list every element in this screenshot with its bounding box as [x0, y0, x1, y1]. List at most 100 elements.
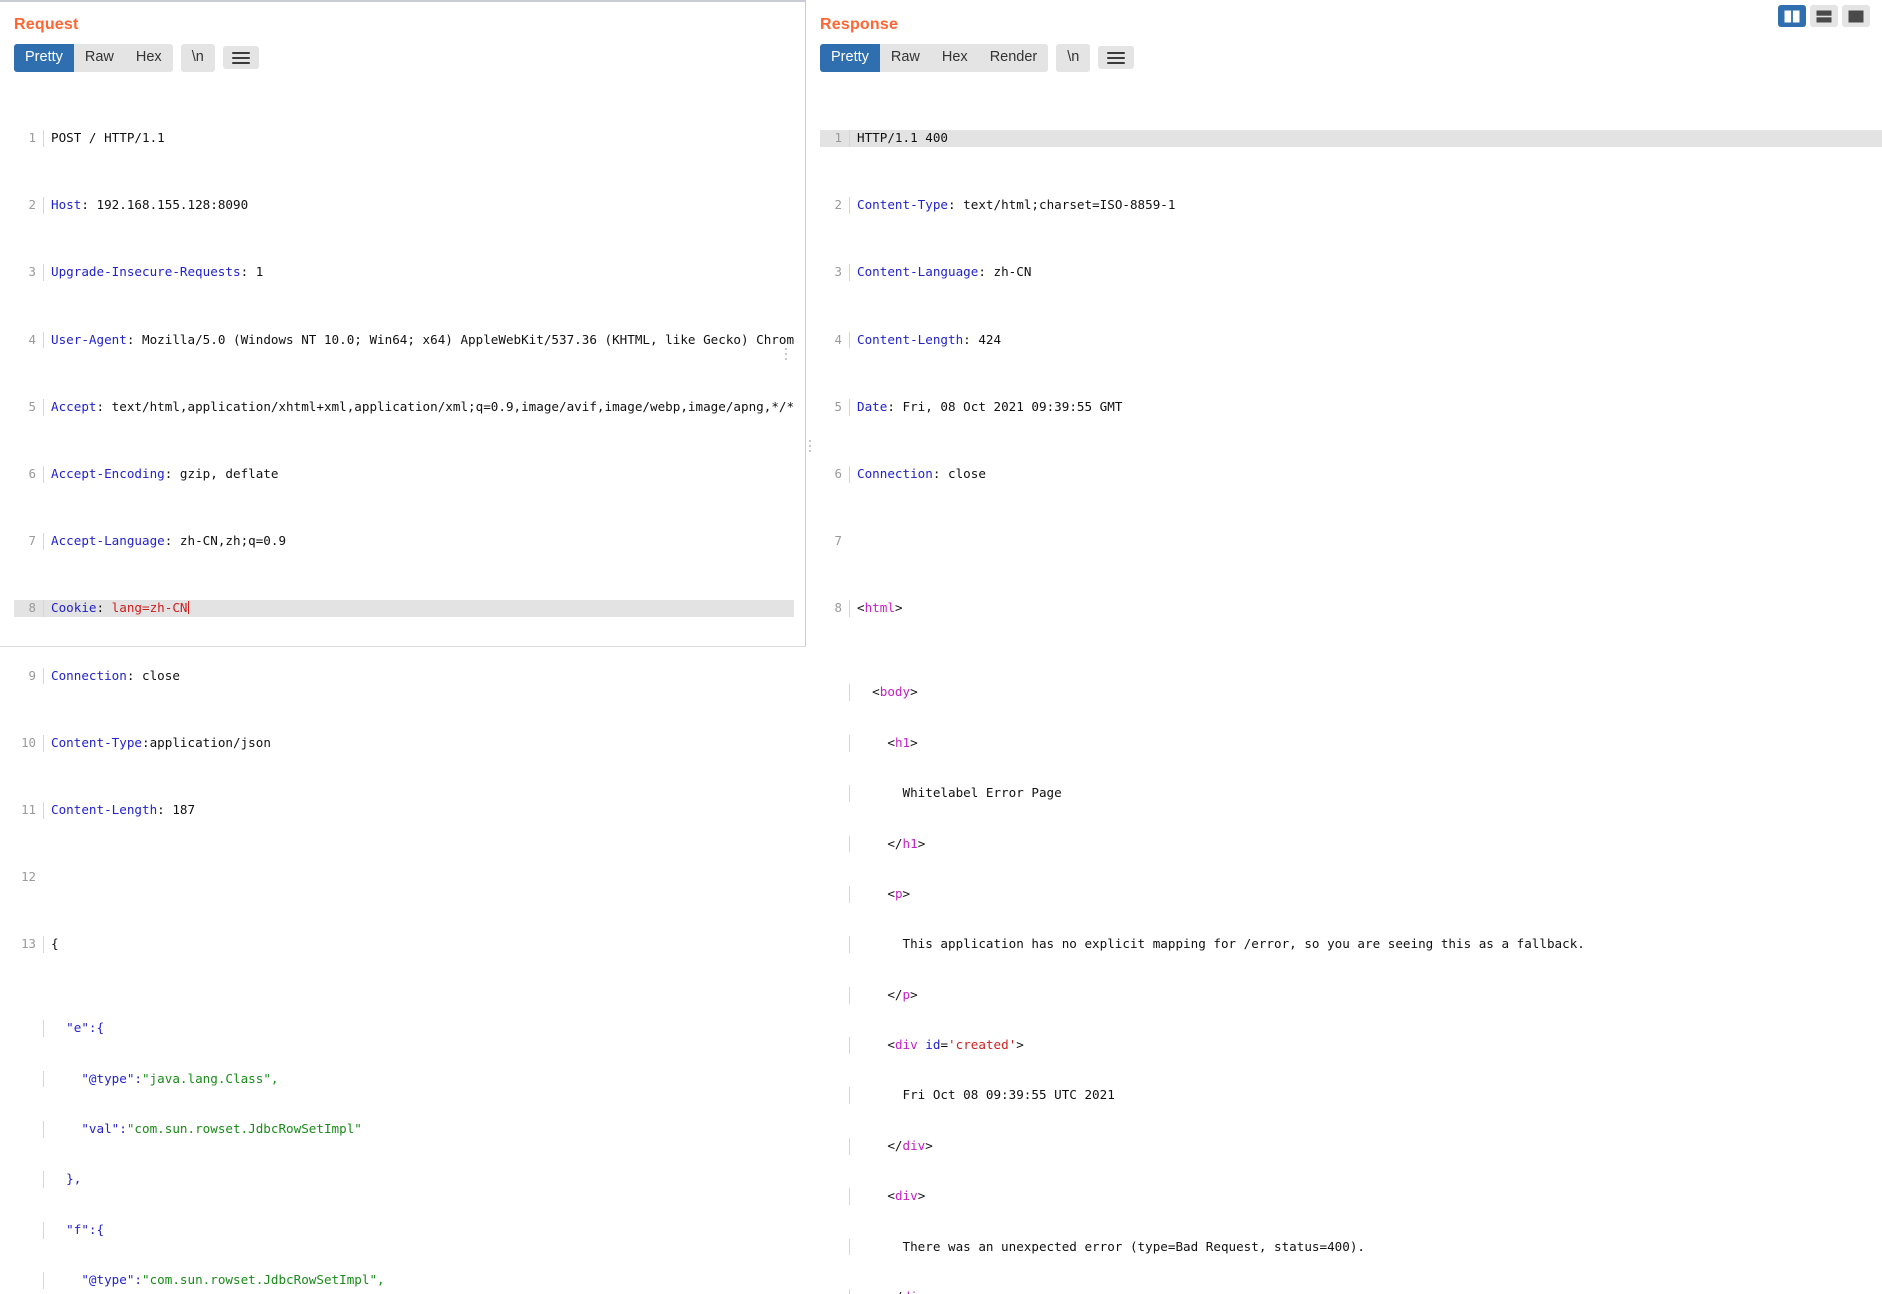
- line-content: <p>: [849, 885, 1882, 903]
- code-line: "e":{: [14, 1020, 794, 1038]
- code-line: "f":{: [14, 1221, 794, 1239]
- line-number: 3: [28, 264, 36, 280]
- line-content: Content-Length: 187: [43, 801, 794, 819]
- tab-response-hex[interactable]: Hex: [930, 44, 979, 72]
- code-line: <h1>: [820, 734, 1882, 752]
- line-content: },: [43, 1171, 794, 1189]
- code-line: 5 Date: Fri, 08 Oct 2021 09:39:55 GMT: [820, 398, 1882, 416]
- line-number: 8: [28, 600, 36, 616]
- code-line: There was an unexpected error (type=Bad …: [820, 1238, 1882, 1256]
- line-content: <div id='created'>: [849, 1037, 1882, 1054]
- line-content: <div>: [849, 1188, 1882, 1206]
- line-content: {: [43, 936, 794, 954]
- request-pane-resize-handle[interactable]: [785, 348, 787, 360]
- request-tab-group: Pretty Raw Hex: [14, 44, 173, 72]
- line-content: POST / HTTP/1.1: [43, 130, 794, 147]
- line-content: "val":"com.sun.rowset.JdbcRowSetImpl": [43, 1121, 794, 1138]
- tab-request-raw[interactable]: Raw: [73, 44, 125, 72]
- request-panel-title: Request: [14, 16, 79, 33]
- line-content: </div>: [849, 1137, 1882, 1155]
- line-content: Content-Language: zh-CN: [849, 264, 1882, 282]
- code-line: 13 {: [14, 936, 794, 954]
- line-number: 4: [28, 331, 36, 347]
- line-content: <body>: [849, 684, 1882, 702]
- line-number: 5: [28, 398, 36, 414]
- line-number: 7: [834, 533, 842, 549]
- status-line: HTTP/1.1 400: [857, 130, 948, 146]
- code-line: 4 User-Agent: Mozilla/5.0 (Windows NT 10…: [14, 331, 794, 349]
- line-content: Connection: close: [43, 667, 794, 685]
- line-content: </h1>: [849, 835, 1882, 853]
- line-number: 13: [21, 936, 36, 952]
- response-code-viewer[interactable]: 1 HTTP/1.1 400 2 Content-Type: text/html…: [820, 80, 1882, 1294]
- code-line-status: 1 HTTP/1.1 400: [820, 130, 1882, 147]
- view-mode-toggle-group: [1778, 5, 1870, 27]
- code-line: 3 Content-Language: zh-CN: [820, 264, 1882, 282]
- line-number: 2: [834, 197, 842, 213]
- line-number: 5: [834, 398, 842, 414]
- line-number: 10: [21, 734, 36, 750]
- request-menu-icon[interactable]: [222, 46, 259, 70]
- request-newline-toggle[interactable]: \n: [180, 44, 215, 72]
- line-content: </p>: [849, 986, 1882, 1004]
- line-content: Accept-Language: zh-CN,zh;q=0.9: [43, 533, 794, 550]
- line-content: Fri Oct 08 09:39:55 UTC 2021: [849, 1087, 1882, 1105]
- cookie-value: lang=zh-CN: [111, 600, 188, 616]
- line-number: 2: [28, 197, 36, 213]
- tab-request-pretty[interactable]: Pretty: [14, 44, 74, 72]
- view-mode-split-vertical-button[interactable]: [1778, 5, 1806, 27]
- line-content: "e":{: [43, 1020, 794, 1038]
- line-content: Content-Type: text/html;charset=ISO-8859…: [849, 197, 1882, 215]
- response-pane-resize-handle[interactable]: [809, 440, 811, 452]
- code-line: 1 POST / HTTP/1.1: [14, 130, 794, 147]
- line-content: Content-Length: 424: [849, 331, 1882, 349]
- line-content: This application has no explicit mapping…: [849, 936, 1882, 954]
- code-line: </div>: [820, 1289, 1882, 1294]
- line-content: <html>: [849, 600, 1882, 618]
- code-line: </h1>: [820, 835, 1882, 853]
- line-content: <h1>: [849, 734, 1882, 752]
- line-number: 1: [834, 130, 842, 146]
- code-line: },: [14, 1171, 794, 1189]
- line-content: HTTP/1.1 400: [849, 130, 1882, 147]
- line-content: Date: Fri, 08 Oct 2021 09:39:55 GMT: [849, 398, 1882, 416]
- request-code-viewer[interactable]: 1 POST / HTTP/1.1 2 Host: 192.168.155.12…: [14, 80, 794, 1294]
- error-page-unexpected-error: There was an unexpected error (type=Bad …: [857, 1238, 1365, 1254]
- line-number: 11: [21, 801, 36, 817]
- tab-response-raw[interactable]: Raw: [879, 44, 931, 72]
- code-line: This application has no explicit mapping…: [820, 936, 1882, 954]
- tab-response-render[interactable]: Render: [978, 44, 1049, 72]
- code-line: <body>: [820, 684, 1882, 702]
- line-content: Accept-Encoding: gzip, deflate: [43, 466, 794, 483]
- response-menu-icon[interactable]: [1098, 46, 1135, 70]
- code-line: <div>: [820, 1188, 1882, 1206]
- tab-request-hex[interactable]: Hex: [124, 44, 173, 72]
- line-number: 9: [28, 667, 36, 683]
- line-content: Upgrade-Insecure-Requests: 1: [43, 264, 794, 282]
- line-content: Content-Type:application/json: [43, 734, 794, 752]
- code-line: 2 Content-Type: text/html;charset=ISO-88…: [820, 197, 1882, 215]
- code-line: 7 Accept-Language: zh-CN,zh;q=0.9: [14, 533, 794, 550]
- code-line: 6 Accept-Encoding: gzip, deflate: [14, 466, 794, 483]
- response-newline-toggle[interactable]: \n: [1056, 44, 1091, 72]
- error-page-description: This application has no explicit mapping…: [857, 936, 1585, 952]
- line-number: 8: [834, 600, 842, 616]
- code-line: "@type":"com.sun.rowset.JdbcRowSetImpl",: [14, 1272, 794, 1290]
- code-line: 5 Accept: text/html,application/xhtml+xm…: [14, 398, 794, 416]
- line-content: Host: 192.168.155.128:8090: [43, 197, 794, 215]
- line-number: 7: [28, 533, 36, 549]
- json-key-f: "f":{: [51, 1221, 105, 1237]
- code-line: 9 Connection: close: [14, 667, 794, 685]
- code-line: Fri Oct 08 09:39:55 UTC 2021: [820, 1087, 1882, 1105]
- line-content: Cookie: lang=zh-CN: [43, 600, 794, 618]
- view-mode-split-horizontal-button[interactable]: [1810, 5, 1838, 27]
- code-line: </div>: [820, 1137, 1882, 1155]
- view-mode-single-pane-button[interactable]: [1842, 5, 1870, 27]
- tab-response-pretty[interactable]: Pretty: [820, 44, 880, 72]
- error-page-timestamp: Fri Oct 08 09:39:55 UTC 2021: [857, 1087, 1115, 1103]
- code-line-cookie-highlighted[interactable]: 8 Cookie: lang=zh-CN: [14, 600, 794, 618]
- line-content: There was an unexpected error (type=Bad …: [849, 1238, 1882, 1256]
- error-page-heading: Whitelabel Error Page: [857, 785, 1062, 801]
- line-content: Connection: close: [849, 466, 1882, 483]
- line-content: "@type": "@type":"java.lang.Class","java…: [43, 1070, 794, 1088]
